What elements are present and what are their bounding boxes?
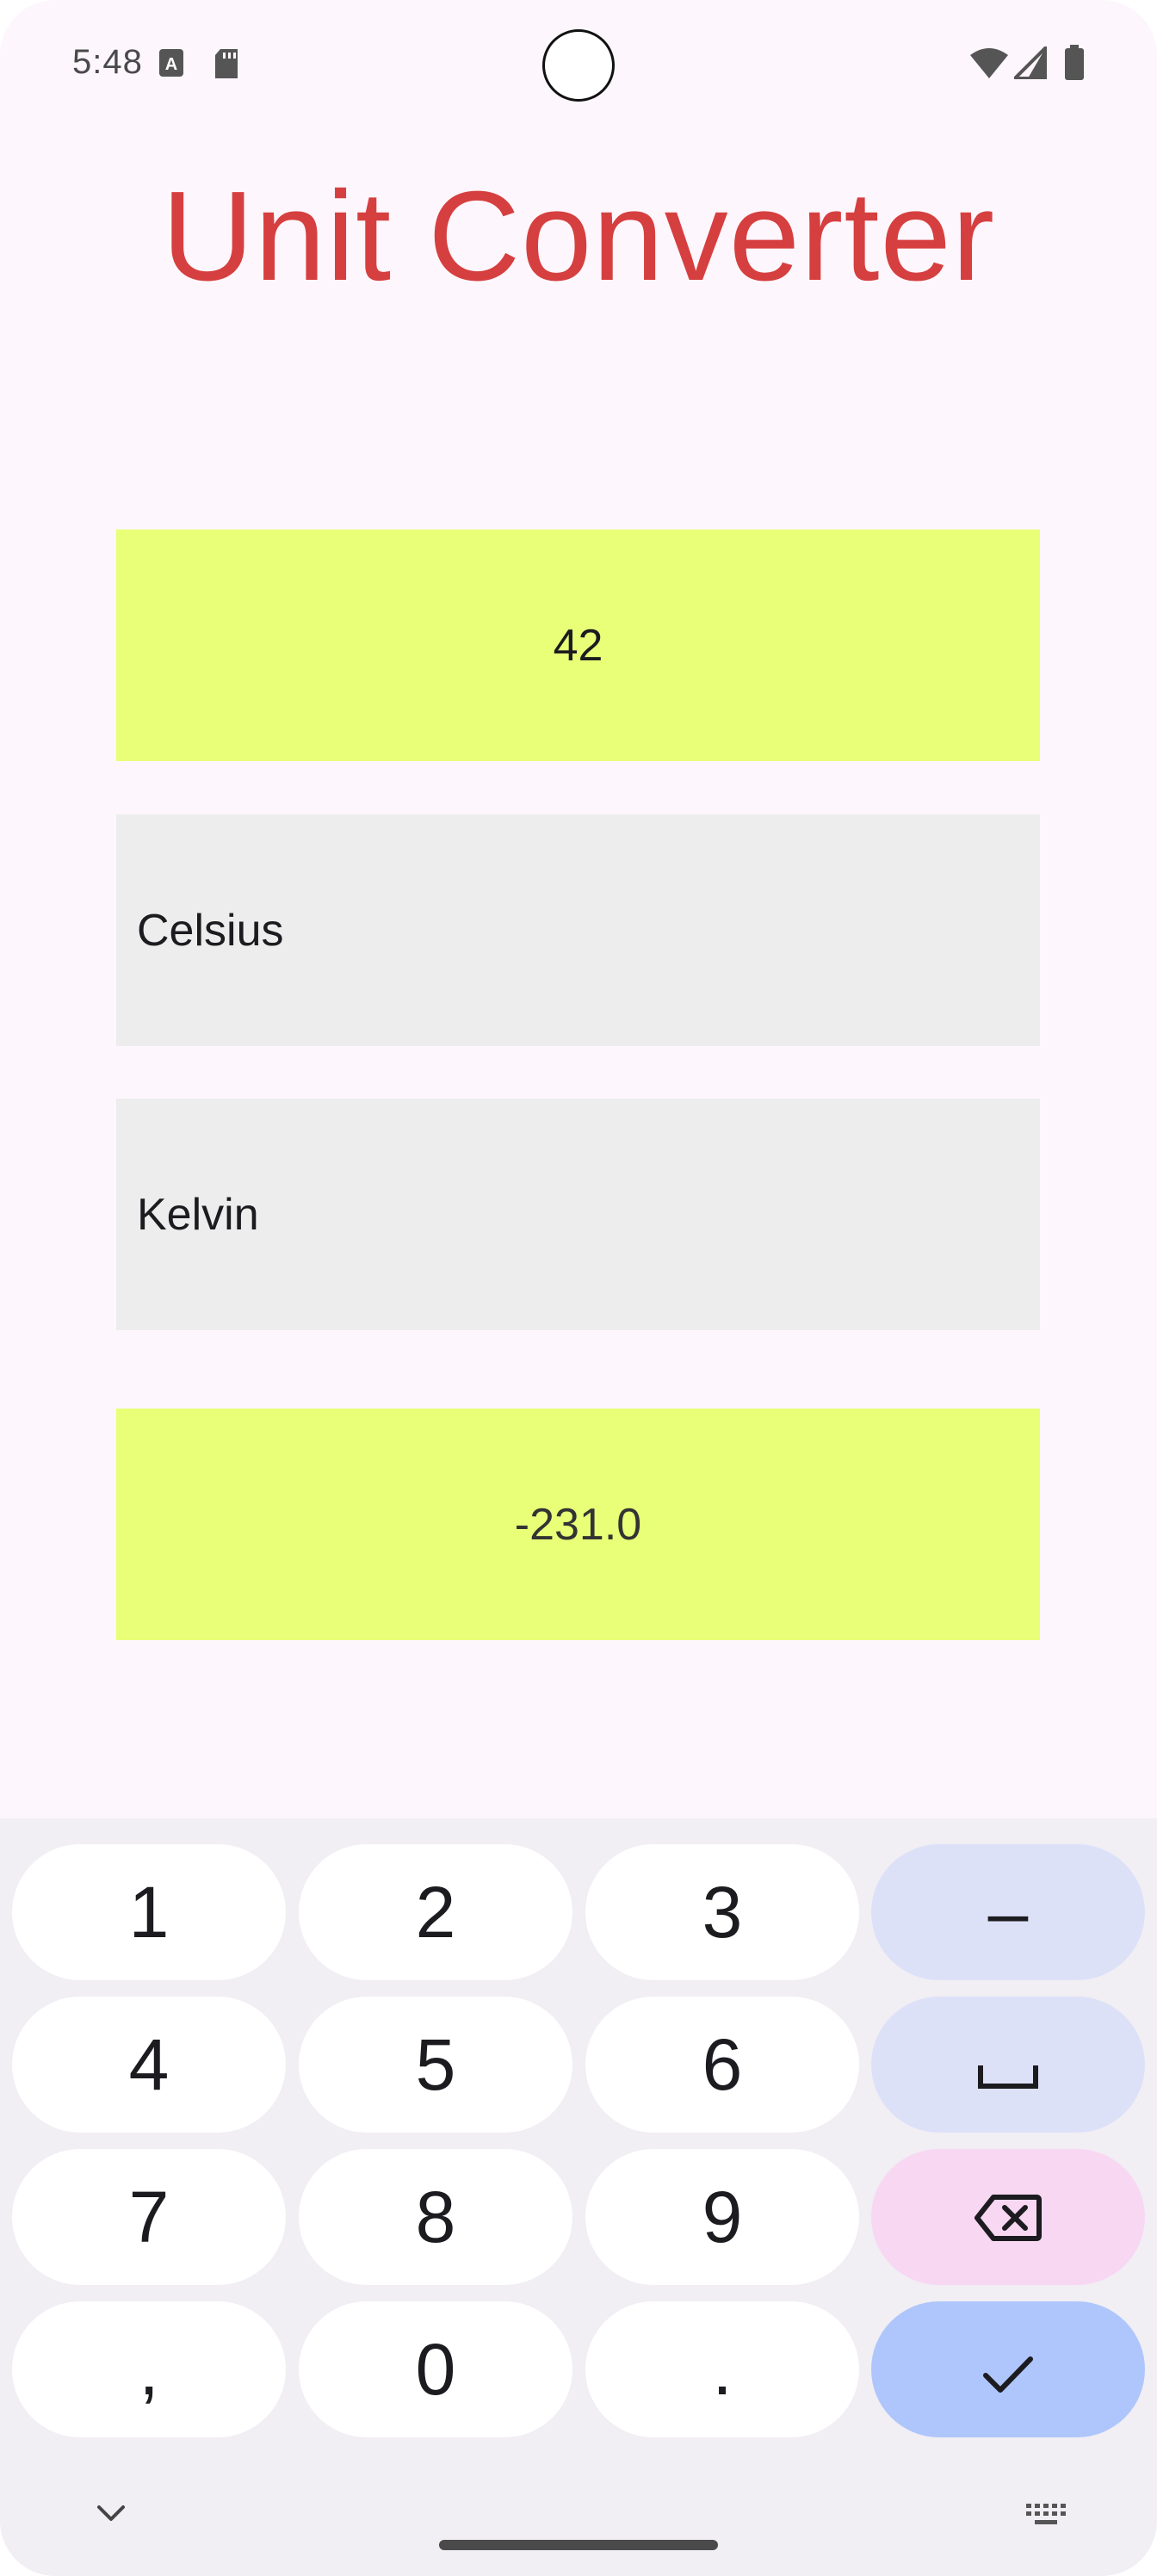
status-bar: 5:48 A [0, 0, 1157, 129]
key-0[interactable]: 0 [299, 2301, 572, 2437]
signal-icon [1011, 43, 1048, 84]
key-minus[interactable]: – [871, 1844, 1145, 1980]
front-camera [542, 29, 615, 102]
key-enter[interactable] [871, 2301, 1145, 2437]
navigation-handle[interactable] [439, 2540, 718, 2550]
numeric-keyboard: 1 2 3 – 4 5 6 7 8 9 , 0 . [0, 1818, 1157, 2576]
key-comma[interactable]: , [12, 2301, 286, 2437]
key-5[interactable]: 5 [299, 1997, 572, 2133]
value-input[interactable]: 42 [116, 529, 1040, 761]
to-unit-dropdown[interactable]: Kelvin [116, 1099, 1040, 1330]
space-icon [978, 2023, 1038, 2107]
from-unit-label: Celsius [137, 905, 284, 956]
key-6[interactable]: 6 [585, 1997, 859, 2133]
to-unit-label: Kelvin [137, 1189, 259, 1240]
app-screen: 5:48 A Unit Converter 42 Celsius Kelvin … [0, 0, 1157, 2576]
backspace-icon [974, 2176, 1042, 2259]
key-8[interactable]: 8 [299, 2149, 572, 2285]
key-9[interactable]: 9 [585, 2149, 859, 2285]
key-period[interactable]: . [585, 2301, 859, 2437]
key-space[interactable] [871, 1997, 1145, 2133]
key-2[interactable]: 2 [299, 1844, 572, 1980]
key-7[interactable]: 7 [12, 2149, 286, 2285]
key-3[interactable]: 3 [585, 1844, 859, 1980]
wifi-icon [969, 46, 1009, 84]
page-title: Unit Converter [161, 165, 996, 307]
battery-icon [1064, 45, 1085, 85]
svg-text:A: A [165, 55, 177, 74]
check-icon [982, 2328, 1034, 2412]
result-display: -231.0 [116, 1409, 1040, 1640]
text-a-icon: A [158, 48, 184, 82]
status-time: 5:48 [72, 43, 143, 81]
chevron-down-icon[interactable] [96, 2504, 126, 2527]
key-4[interactable]: 4 [12, 1997, 286, 2133]
key-1[interactable]: 1 [12, 1844, 286, 1980]
key-backspace[interactable] [871, 2149, 1145, 2285]
from-unit-dropdown[interactable]: Celsius [116, 814, 1040, 1046]
keyboard-icon[interactable] [1024, 2502, 1069, 2532]
sd-card-icon [213, 48, 239, 84]
